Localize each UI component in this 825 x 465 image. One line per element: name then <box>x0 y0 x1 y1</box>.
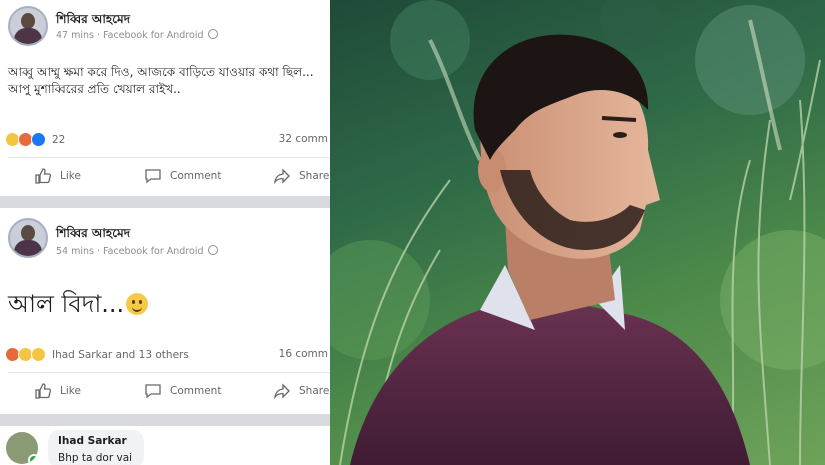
post-card-1: শিব্বির আহমেদ 47 mins · Facebook for And… <box>0 0 330 196</box>
reaction-count: Ihad Sarkar and 13 others <box>52 348 189 361</box>
share-button[interactable]: Share <box>273 167 329 185</box>
reactions-summary[interactable]: 22 <box>5 132 65 147</box>
comment-button[interactable]: Comment <box>144 167 221 185</box>
comment-count[interactable]: 32 comm <box>279 133 328 145</box>
post-meta: 54 mins · Facebook for Android <box>56 245 218 257</box>
smile-emoji-icon <box>126 293 149 315</box>
author-avatar[interactable] <box>8 6 48 46</box>
portrait-illustration <box>330 0 825 465</box>
post-text-content: আল বিদা... <box>8 290 125 318</box>
facebook-screenshots: শিব্বির আহমেদ 47 mins · Facebook for And… <box>0 0 330 465</box>
post-separator <box>0 196 330 208</box>
share-label: Share <box>299 170 330 182</box>
commenter-name[interactable]: Ihad Sarkar <box>58 435 127 447</box>
like-button[interactable]: Like <box>34 382 81 400</box>
post-separator <box>0 414 330 426</box>
post-actions: Like Comment Share <box>0 164 330 194</box>
like-button[interactable]: Like <box>34 167 81 185</box>
comment-item: Ihad Sarkar Bhp ta dor vai <box>0 426 330 465</box>
share-icon <box>274 168 290 185</box>
post-meta: 47 mins · Facebook for Android <box>56 29 218 41</box>
post-actions: Like Comment Share <box>0 378 330 408</box>
divider <box>8 372 330 373</box>
post-text: আব্বু আম্মু ক্ষমা করে দিও, আজকে বাড়িতে … <box>8 64 323 98</box>
globe-icon <box>207 29 218 39</box>
post-time: 54 mins · Facebook for Android <box>56 246 204 257</box>
reactions-summary[interactable]: Ihad Sarkar and 13 others <box>5 347 189 362</box>
comment-button[interactable]: Comment <box>144 382 221 400</box>
commenter-avatar[interactable] <box>6 432 38 464</box>
wow-reaction-icon <box>31 347 46 362</box>
post-text: আল বিদা... <box>8 286 149 326</box>
profile-photo <box>330 0 825 465</box>
comment-icon <box>145 169 161 184</box>
comment-bubble[interactable]: Ihad Sarkar Bhp ta dor vai <box>48 430 144 465</box>
like-reaction-icon <box>31 132 46 147</box>
share-label: Share <box>299 385 330 397</box>
like-label: Like <box>60 170 81 182</box>
comment-count[interactable]: 16 comm <box>279 348 328 360</box>
comment-icon <box>145 384 161 399</box>
like-label: Like <box>60 385 81 397</box>
post-time: 47 mins · Facebook for Android <box>56 30 204 41</box>
like-icon <box>35 383 51 399</box>
share-icon <box>274 383 290 400</box>
reaction-count: 22 <box>52 133 66 146</box>
comment-label: Comment <box>170 385 222 397</box>
author-name[interactable]: শিব্বির আহমেদ <box>56 11 130 31</box>
like-icon <box>35 168 51 184</box>
comment-text: Bhp ta dor vai <box>58 452 133 464</box>
comment-label: Comment <box>170 170 222 182</box>
post-text-line-1: আব্বু আম্মু ক্ষমা করে দিও, আজকে বাড়িতে … <box>8 65 314 79</box>
post-text-line-2: আপু মুশাব্বিরের প্রতি খেয়াল রাইখ.. <box>8 82 181 96</box>
author-name[interactable]: শিব্বির আহমেদ <box>56 225 130 245</box>
divider <box>8 157 330 158</box>
globe-icon <box>207 245 218 255</box>
author-avatar[interactable] <box>8 218 48 258</box>
share-button[interactable]: Share <box>273 382 329 400</box>
